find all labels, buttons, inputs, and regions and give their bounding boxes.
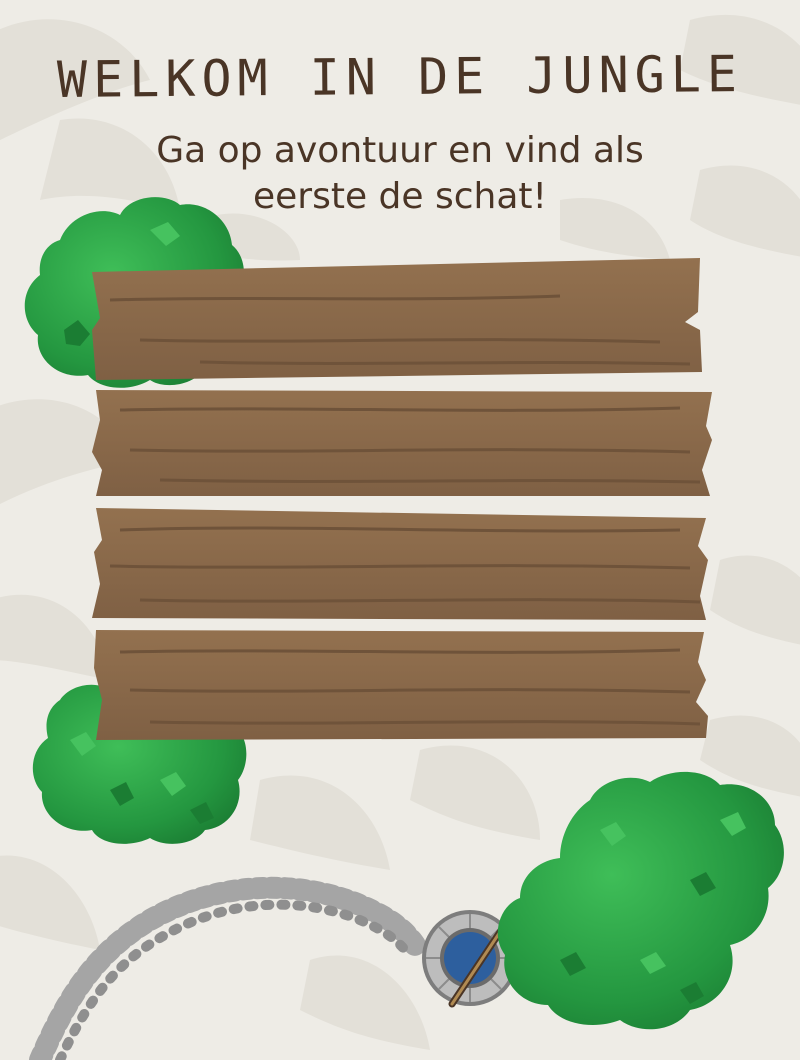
wooden-planks (92, 258, 712, 740)
page-subtitle: Ga op avontuur en vind als eerste de sch… (156, 130, 644, 217)
page-title: WELKOM IN DE JUNGLE (56, 45, 744, 109)
plank-4 (94, 630, 708, 740)
plank-1 (92, 258, 702, 380)
plank-2 (92, 390, 712, 496)
bush-bottom-right (497, 771, 784, 1030)
plank-3 (92, 508, 708, 620)
